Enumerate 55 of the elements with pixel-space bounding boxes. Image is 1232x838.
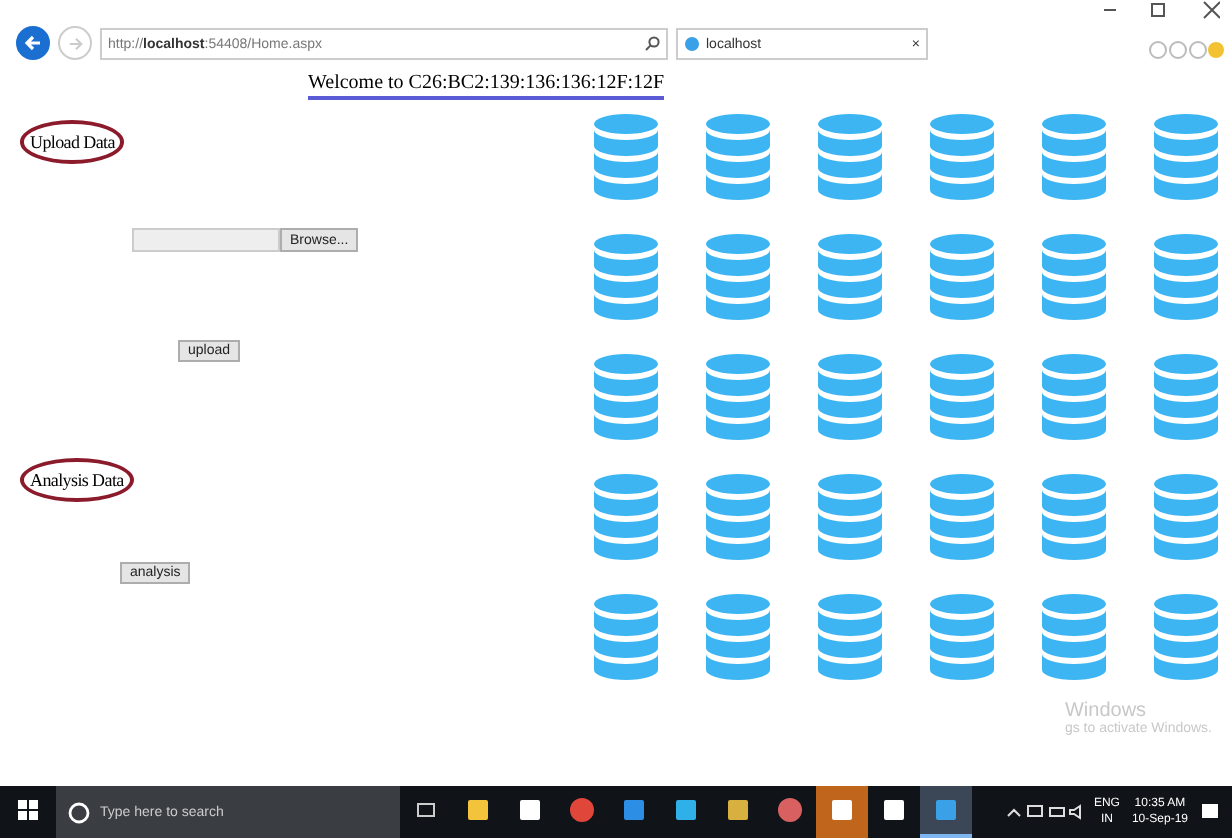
app-icon — [674, 798, 698, 822]
database-icon — [1040, 352, 1108, 440]
database-icon — [1040, 472, 1108, 560]
notification-icon[interactable] — [1200, 802, 1220, 822]
database-icon — [816, 472, 884, 560]
circle-icon — [68, 801, 90, 823]
database-icon — [816, 112, 884, 200]
database-icon — [704, 592, 772, 680]
section-title: Upload Data — [20, 120, 125, 164]
database-icon — [704, 112, 772, 200]
database-icon — [816, 592, 884, 680]
app-icon — [882, 798, 906, 822]
database-icon — [1040, 232, 1108, 320]
app-icon — [622, 798, 646, 822]
file-input-field[interactable] — [132, 228, 280, 252]
database-icon — [1152, 232, 1220, 320]
database-icon — [928, 472, 996, 560]
browser-icon — [684, 36, 700, 52]
tray-icons[interactable] — [1005, 804, 1082, 820]
search-icon — [644, 36, 660, 52]
app-icon — [518, 798, 542, 822]
arrow-icon — [67, 35, 83, 51]
database-icon — [592, 592, 660, 680]
database-icon — [928, 112, 996, 200]
section-title: Analysis Data — [20, 458, 134, 502]
window-controls-icon[interactable] — [1100, 0, 1220, 20]
database-icon — [592, 472, 660, 560]
database-icon — [704, 352, 772, 440]
database-icon — [704, 232, 772, 320]
database-icon — [816, 352, 884, 440]
database-icon — [928, 232, 996, 320]
database-icon — [1152, 472, 1220, 560]
database-icon — [1040, 112, 1108, 200]
app-icon — [830, 798, 854, 822]
circle-icon — [570, 798, 594, 822]
database-icon — [1152, 352, 1220, 440]
database-icon — [1040, 592, 1108, 680]
circle-icon — [778, 798, 802, 822]
app-icon — [466, 798, 490, 822]
database-icon — [592, 232, 660, 320]
back-button[interactable] — [16, 26, 50, 60]
app-icon — [934, 798, 958, 822]
database-icon — [928, 592, 996, 680]
page-heading: Welcome to C26:BC2:139:136:136:12F:12F — [308, 72, 665, 100]
arrow-icon — [24, 34, 42, 52]
database-icon — [928, 352, 996, 440]
windows-icon — [18, 800, 38, 820]
database-icon — [1152, 112, 1220, 200]
database-icon — [592, 112, 660, 200]
database-icon — [592, 352, 660, 440]
task-view-icon — [416, 802, 436, 818]
database-icon — [1152, 592, 1220, 680]
database-icon — [816, 232, 884, 320]
database-icon — [704, 472, 772, 560]
app-icon — [726, 798, 750, 822]
